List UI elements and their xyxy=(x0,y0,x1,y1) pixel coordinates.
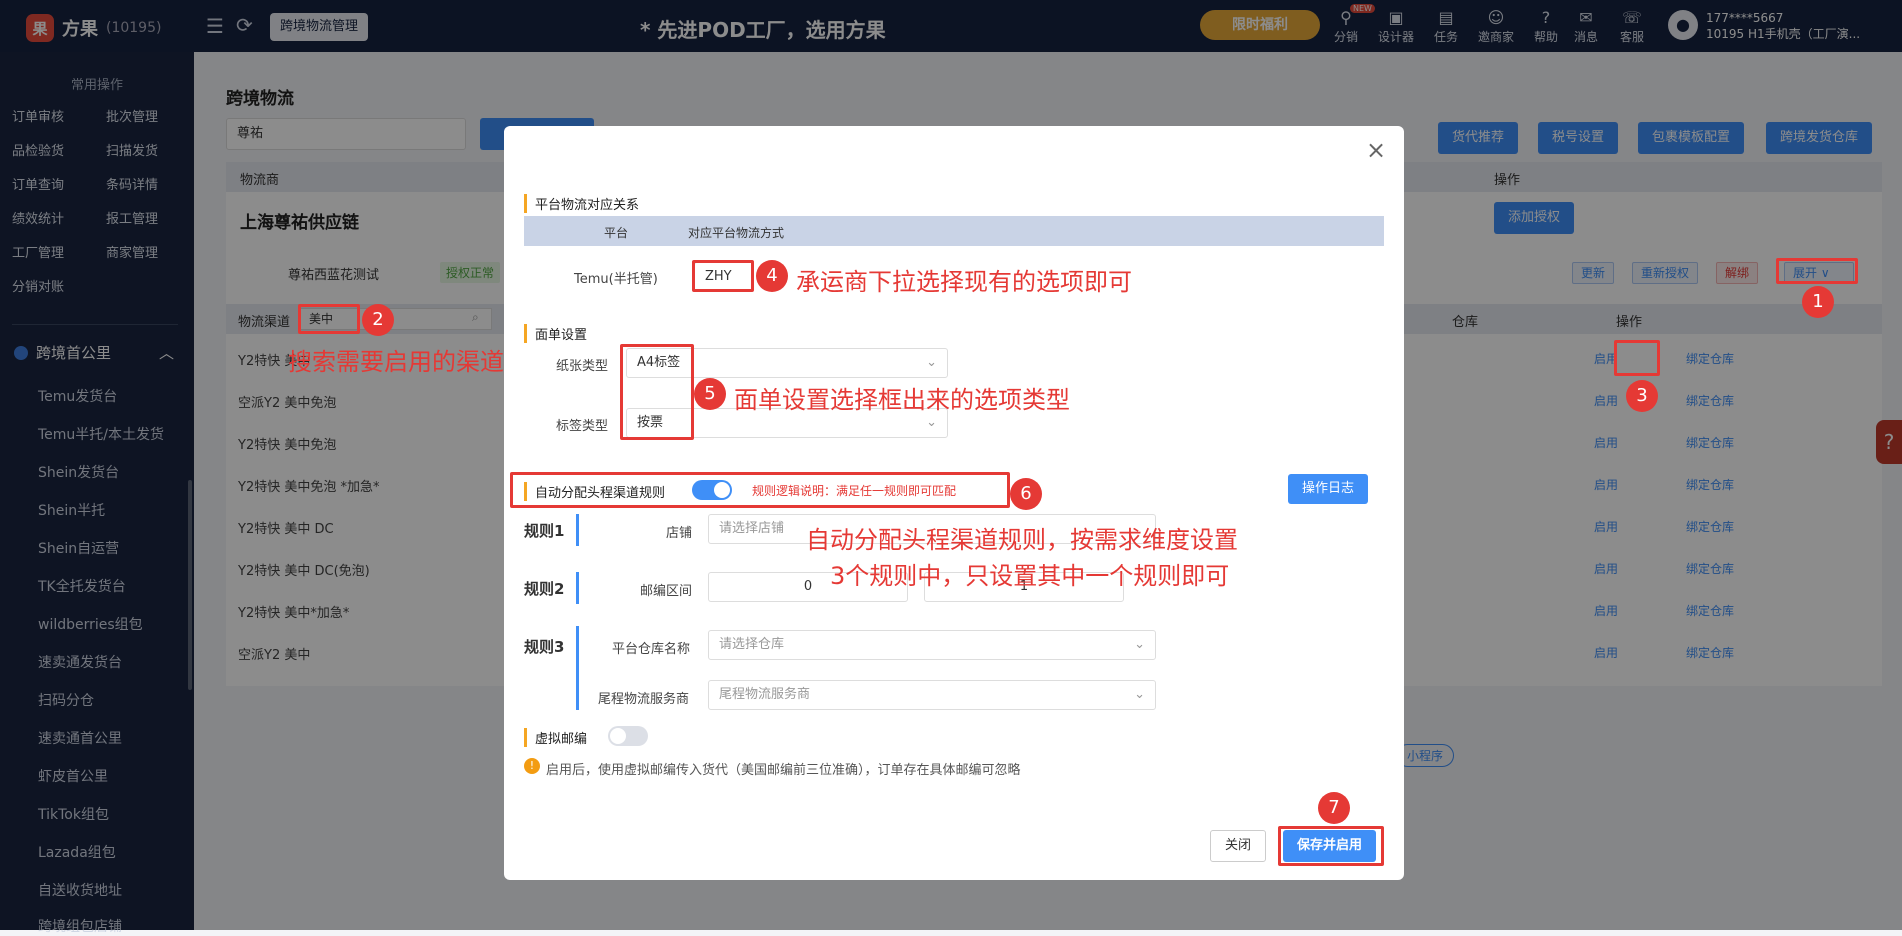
highlight-box xyxy=(1278,826,1384,866)
warehouse-name-label: 平台仓库名称 xyxy=(612,642,691,657)
rule2-label: 规则2 xyxy=(524,580,565,598)
label-type-label: 标签类型 xyxy=(556,419,609,434)
section-platform-mapping: 平台物流对应关系 xyxy=(524,194,639,213)
col-platform: 平台 xyxy=(604,226,629,240)
platform-name: Temu(半托管) xyxy=(574,272,658,287)
shop-label: 店铺 xyxy=(666,526,693,541)
annotation-text: 面单设置选择框出来的选项类型 xyxy=(734,386,1070,414)
rule1-label: 规则1 xyxy=(524,522,565,540)
highlight-box xyxy=(692,260,754,292)
step-marker: 5 xyxy=(694,378,726,410)
highlight-box xyxy=(510,472,1010,508)
mapping-table-header: 平台 对应平台物流方式 xyxy=(524,216,1384,246)
col-method: 对应平台物流方式 xyxy=(688,226,785,240)
paper-type-label: 纸张类型 xyxy=(556,359,609,374)
last-mile-select[interactable]: 尾程物流服务商 ⌄ xyxy=(708,680,1156,710)
close-icon[interactable]: × xyxy=(1366,136,1386,164)
rule-divider xyxy=(576,514,579,546)
highlight-box xyxy=(1614,340,1660,376)
step-marker: 3 xyxy=(1626,380,1658,412)
rule-divider xyxy=(576,572,579,604)
step-marker: 2 xyxy=(362,304,394,336)
step-marker: 1 xyxy=(1802,286,1834,318)
chevron-down-icon: ⌄ xyxy=(1134,687,1145,702)
virtual-zip-note: 启用后，使用虚拟邮编传入货代（美国邮编前三位准确），订单存在具体邮编可忽略 xyxy=(546,763,1021,778)
step-marker: 4 xyxy=(756,260,788,292)
rule-divider xyxy=(576,626,579,710)
zip-range-label: 邮编区间 xyxy=(640,584,693,599)
highlight-box xyxy=(1776,258,1858,284)
last-mile-placeholder: 尾程物流服务商 xyxy=(719,687,811,702)
step-marker: 6 xyxy=(1010,478,1042,510)
highlight-box xyxy=(298,304,360,334)
operation-log-button[interactable]: 操作日志 xyxy=(1288,474,1369,504)
rule3-label: 规则3 xyxy=(524,638,565,656)
virtual-zip-toggle[interactable] xyxy=(608,726,648,746)
warehouse-select[interactable]: 请选择仓库 ⌄ xyxy=(708,630,1156,660)
warning-icon: ! xyxy=(524,758,540,774)
chevron-down-icon: ⌄ xyxy=(926,355,937,370)
section-label-settings: 面单设置 xyxy=(524,324,587,343)
annotation-text: 搜索需要启用的渠道 xyxy=(288,348,504,376)
annotation-text: 自动分配头程渠道规则，按需求维度设置 xyxy=(806,526,1238,554)
highlight-box xyxy=(620,344,694,440)
close-button[interactable]: 关闭 xyxy=(1210,830,1267,862)
step-marker: 7 xyxy=(1318,792,1350,824)
chevron-down-icon: ⌄ xyxy=(1134,637,1145,652)
last-mile-label: 尾程物流服务商 xyxy=(598,692,690,707)
annotation-text: 3个规则中，只设置其中一个规则即可 xyxy=(830,562,1230,590)
virtual-zip-label: 虚拟邮编 xyxy=(524,728,587,747)
warehouse-placeholder: 请选择仓库 xyxy=(719,637,785,652)
annotation-text: 承运商下拉选择现有的选项即可 xyxy=(796,268,1132,296)
